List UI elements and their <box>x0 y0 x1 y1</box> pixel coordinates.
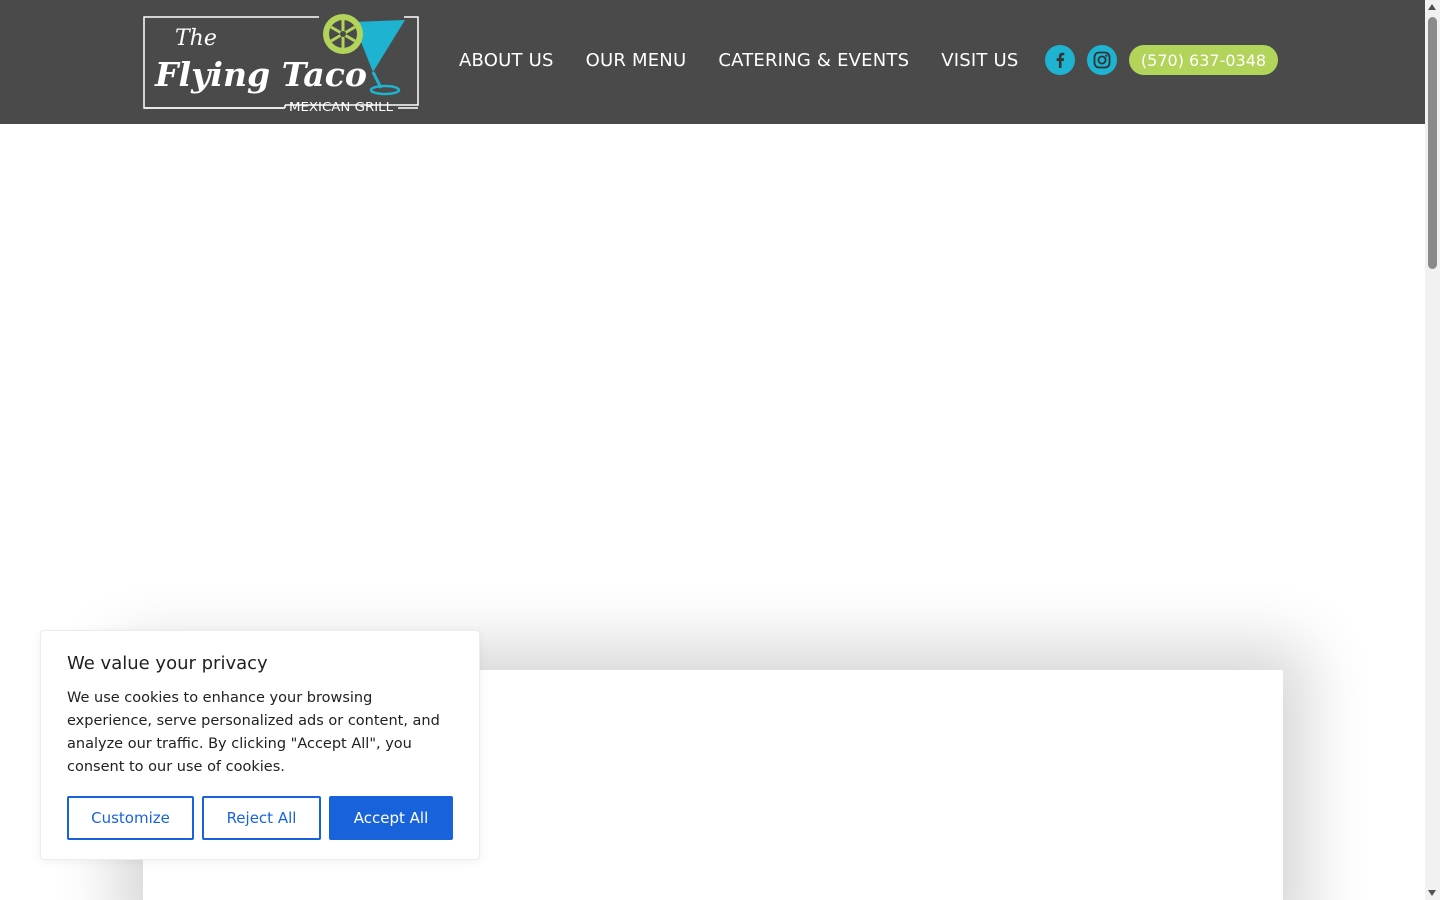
page: The Flying Taco MEXICAN GRILL ABOUT US O… <box>0 0 1440 900</box>
site-header: The Flying Taco MEXICAN GRILL ABOUT US O… <box>0 0 1425 124</box>
scroll-down-arrow-icon[interactable] <box>1428 890 1436 896</box>
scroll-up-arrow-icon[interactable] <box>1428 4 1436 10</box>
logo-line2: Flying Taco <box>154 55 367 94</box>
site-logo-link[interactable]: The Flying Taco MEXICAN GRILL <box>143 12 419 114</box>
accept-all-button[interactable]: Accept All <box>329 796 453 840</box>
nav-our-menu[interactable]: OUR MENU <box>586 50 687 71</box>
logo-line1: The <box>175 26 217 51</box>
instagram-icon <box>1093 51 1111 69</box>
nav-about-us[interactable]: ABOUT US <box>459 50 554 71</box>
scrollbar-thumb[interactable] <box>1428 17 1437 269</box>
nav-visit-us[interactable]: VISIT US <box>941 50 1018 71</box>
instagram-link[interactable] <box>1087 45 1117 75</box>
facebook-icon <box>1056 52 1065 68</box>
reject-all-button[interactable]: Reject All <box>202 796 321 840</box>
logo-line3: MEXICAN GRILL <box>289 99 393 114</box>
customize-button[interactable]: Customize <box>67 796 194 840</box>
cookie-consent-banner: We value your privacy We use cookies to … <box>40 630 480 860</box>
vertical-scrollbar[interactable] <box>1425 0 1440 900</box>
main-nav: ABOUT US OUR MENU CATERING & EVENTS VISI… <box>459 44 1019 76</box>
cookie-title: We value your privacy <box>67 653 268 674</box>
nav-catering-events[interactable]: CATERING & EVENTS <box>718 50 909 71</box>
cookie-description: We use cookies to enhance your browsing … <box>67 690 440 775</box>
flying-taco-logo: The Flying Taco MEXICAN GRILL <box>143 14 419 114</box>
phone-button[interactable]: (570) 637-0348 <box>1129 45 1278 75</box>
facebook-link[interactable] <box>1045 45 1075 75</box>
